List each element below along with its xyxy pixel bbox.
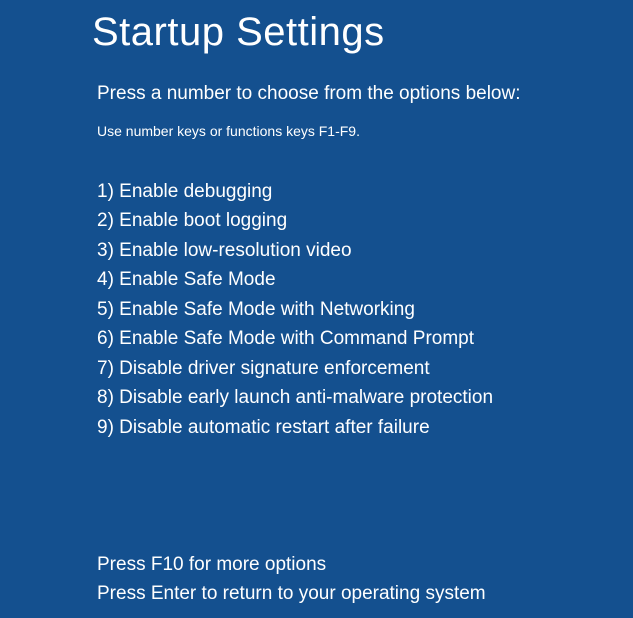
options-list: 1) Enable debugging 2) Enable boot loggi… [97,177,633,442]
startup-settings-screen: Startup Settings Press a number to choos… [0,0,633,609]
page-title: Startup Settings [92,10,633,55]
footer: Press F10 for more options Press Enter t… [97,550,633,609]
option-5[interactable]: 5) Enable Safe Mode with Networking [97,295,633,324]
return-hint: Press Enter to return to your operating … [97,579,633,608]
option-3[interactable]: 3) Enable low-resolution video [97,236,633,265]
option-8[interactable]: 8) Disable early launch anti-malware pro… [97,383,633,412]
option-4[interactable]: 4) Enable Safe Mode [97,265,633,294]
subtitle: Press a number to choose from the option… [97,83,633,105]
option-9[interactable]: 9) Disable automatic restart after failu… [97,413,633,442]
more-options-hint: Press F10 for more options [97,550,633,579]
option-1[interactable]: 1) Enable debugging [97,177,633,206]
option-6[interactable]: 6) Enable Safe Mode with Command Prompt [97,324,633,353]
option-7[interactable]: 7) Disable driver signature enforcement [97,354,633,383]
hint-text: Use number keys or functions keys F1-F9. [97,123,633,139]
option-2[interactable]: 2) Enable boot logging [97,206,633,235]
